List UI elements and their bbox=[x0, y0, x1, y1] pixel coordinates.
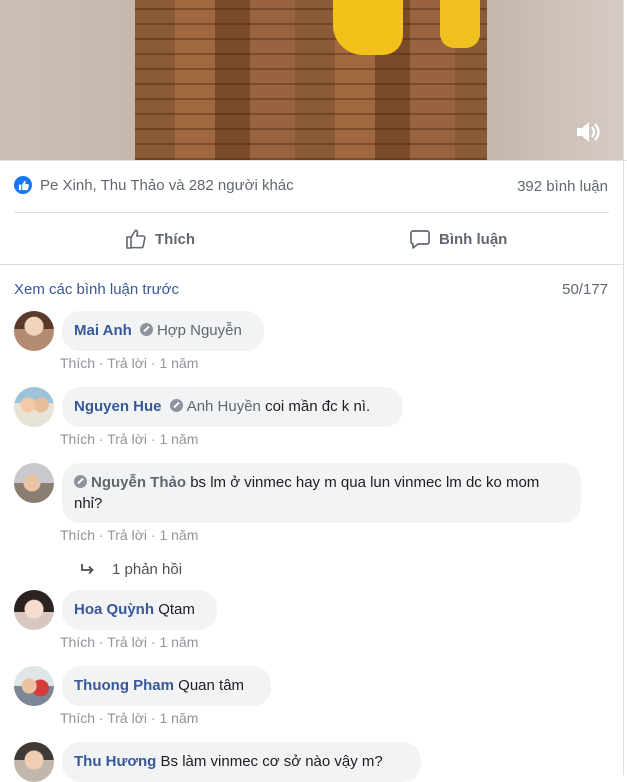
separator: · bbox=[150, 710, 156, 726]
video-toy bbox=[333, 0, 403, 55]
comment-bubble: Thu Hương Bs làm vinmec cơ sở nào vậy m? bbox=[62, 742, 421, 782]
comment-like-link[interactable]: Thích bbox=[60, 355, 95, 371]
comment-count[interactable]: 392 bình luận bbox=[517, 178, 608, 195]
avatar[interactable] bbox=[14, 463, 54, 503]
comment-like-link[interactable]: Thích bbox=[60, 710, 95, 726]
reactions-summary[interactable]: Pe Xinh, Thu Thảo và 282 người khác bbox=[14, 176, 294, 194]
comment-bubble: Thuong Pham Quan tâm bbox=[62, 666, 271, 706]
comment-author[interactable]: Hoa Quỳnh bbox=[74, 601, 154, 618]
comment-text: Qtam bbox=[158, 601, 195, 618]
avatar[interactable] bbox=[14, 742, 54, 782]
comment-time[interactable]: 1 năm bbox=[159, 710, 198, 726]
replies-count: 1 phản hồi bbox=[112, 561, 183, 578]
comment-bubble: Nguyen Hue Anh Huyền coi mần đc k nì. bbox=[62, 387, 403, 427]
comment-bubble-icon bbox=[410, 230, 430, 249]
comment-bubble: Nguyễn Thảo bs lm ở vinmec hay m qua lun… bbox=[62, 463, 581, 523]
divider bbox=[14, 212, 609, 213]
comment-button-label: Bình luận bbox=[439, 230, 508, 248]
comment-reply-link[interactable]: Trả lời bbox=[107, 355, 147, 371]
reactions-text[interactable]: Pe Xinh, Thu Thảo và 282 người khác bbox=[40, 177, 294, 194]
video-blur-left bbox=[0, 0, 135, 160]
video-divider bbox=[0, 160, 627, 161]
separator: · bbox=[98, 527, 104, 543]
comment-text: coi mần đc k nì. bbox=[265, 398, 371, 415]
separator: · bbox=[98, 634, 104, 650]
like-button-label: Thích bbox=[155, 230, 195, 248]
volume-icon[interactable] bbox=[574, 119, 602, 145]
separator: · bbox=[150, 634, 156, 650]
video-toy bbox=[440, 0, 480, 48]
comment-author[interactable]: Thu Hương bbox=[74, 753, 156, 770]
thumbs-up-icon bbox=[126, 229, 146, 249]
separator: · bbox=[150, 527, 156, 543]
comment-reply-link[interactable]: Trả lời bbox=[107, 431, 147, 447]
comment-time[interactable]: 1 năm bbox=[159, 634, 198, 650]
video-blur-right bbox=[487, 0, 624, 160]
tag-icon bbox=[74, 475, 87, 488]
separator: · bbox=[150, 431, 156, 447]
like-badge-icon bbox=[14, 176, 32, 194]
comment-author[interactable]: Nguyen Hue bbox=[74, 398, 162, 415]
comment-time[interactable]: 1 năm bbox=[159, 431, 198, 447]
tagged-user[interactable]: Anh Huyền bbox=[187, 398, 261, 415]
reply-arrow-icon bbox=[81, 563, 94, 574]
comment-like-link[interactable]: Thích bbox=[60, 527, 95, 543]
comment-reply-link[interactable]: Trả lời bbox=[107, 710, 147, 726]
separator: · bbox=[98, 431, 104, 447]
tag-icon bbox=[139, 323, 153, 336]
tagged-user[interactable]: Nguyễn Thảo bbox=[91, 474, 186, 491]
avatar[interactable] bbox=[14, 666, 54, 706]
comment-time[interactable]: 1 năm bbox=[159, 527, 198, 543]
divider bbox=[0, 264, 624, 265]
separator: · bbox=[98, 710, 104, 726]
comment-button[interactable]: Bình luận bbox=[409, 222, 507, 256]
post-actions: Thích Bình luận bbox=[0, 222, 624, 256]
comment-actions: Thích · Trả lời · 1 năm bbox=[60, 431, 198, 447]
comment-time[interactable]: 1 năm bbox=[159, 355, 198, 371]
comment-text: Bs làm vinmec cơ sở nào vậy m? bbox=[160, 753, 383, 770]
comment-actions: Thích · Trả lời · 1 năm bbox=[60, 355, 198, 371]
post-border bbox=[623, 0, 624, 775]
comment-page-count: 50/177 bbox=[562, 281, 608, 298]
separator: · bbox=[150, 355, 156, 371]
comment-actions: Thích · Trả lời · 1 năm bbox=[60, 527, 198, 543]
comment-bubble: Mai Anh Hợp Nguyễn bbox=[62, 311, 264, 351]
comment-reply-link[interactable]: Trả lời bbox=[107, 634, 147, 650]
comment-text: Quan tâm bbox=[178, 677, 245, 694]
separator: · bbox=[98, 355, 104, 371]
video-frame bbox=[135, 0, 487, 160]
video-player[interactable] bbox=[0, 0, 624, 160]
comment-like-link[interactable]: Thích bbox=[60, 634, 95, 650]
avatar[interactable] bbox=[14, 590, 54, 630]
avatar[interactable] bbox=[14, 387, 54, 427]
comment-author[interactable]: Thuong Pham bbox=[74, 677, 174, 694]
comment-author[interactable]: Mai Anh bbox=[74, 322, 132, 339]
comment-like-link[interactable]: Thích bbox=[60, 431, 95, 447]
like-button[interactable]: Thích bbox=[125, 222, 195, 256]
tagged-user[interactable]: Hợp Nguyễn bbox=[157, 322, 242, 339]
comment-actions: Thích · Trả lời · 1 năm bbox=[60, 710, 198, 726]
tag-icon bbox=[169, 399, 183, 412]
comment-bubble: Hoa Quỳnh Qtam bbox=[62, 590, 217, 630]
view-replies-link[interactable]: 1 phản hồi bbox=[80, 561, 182, 578]
view-previous-comments-link[interactable]: Xem các bình luận trước bbox=[14, 281, 179, 298]
comment-actions: Thích · Trả lời · 1 năm bbox=[60, 634, 198, 650]
comment-reply-link[interactable]: Trả lời bbox=[107, 527, 147, 543]
avatar[interactable] bbox=[14, 311, 54, 351]
